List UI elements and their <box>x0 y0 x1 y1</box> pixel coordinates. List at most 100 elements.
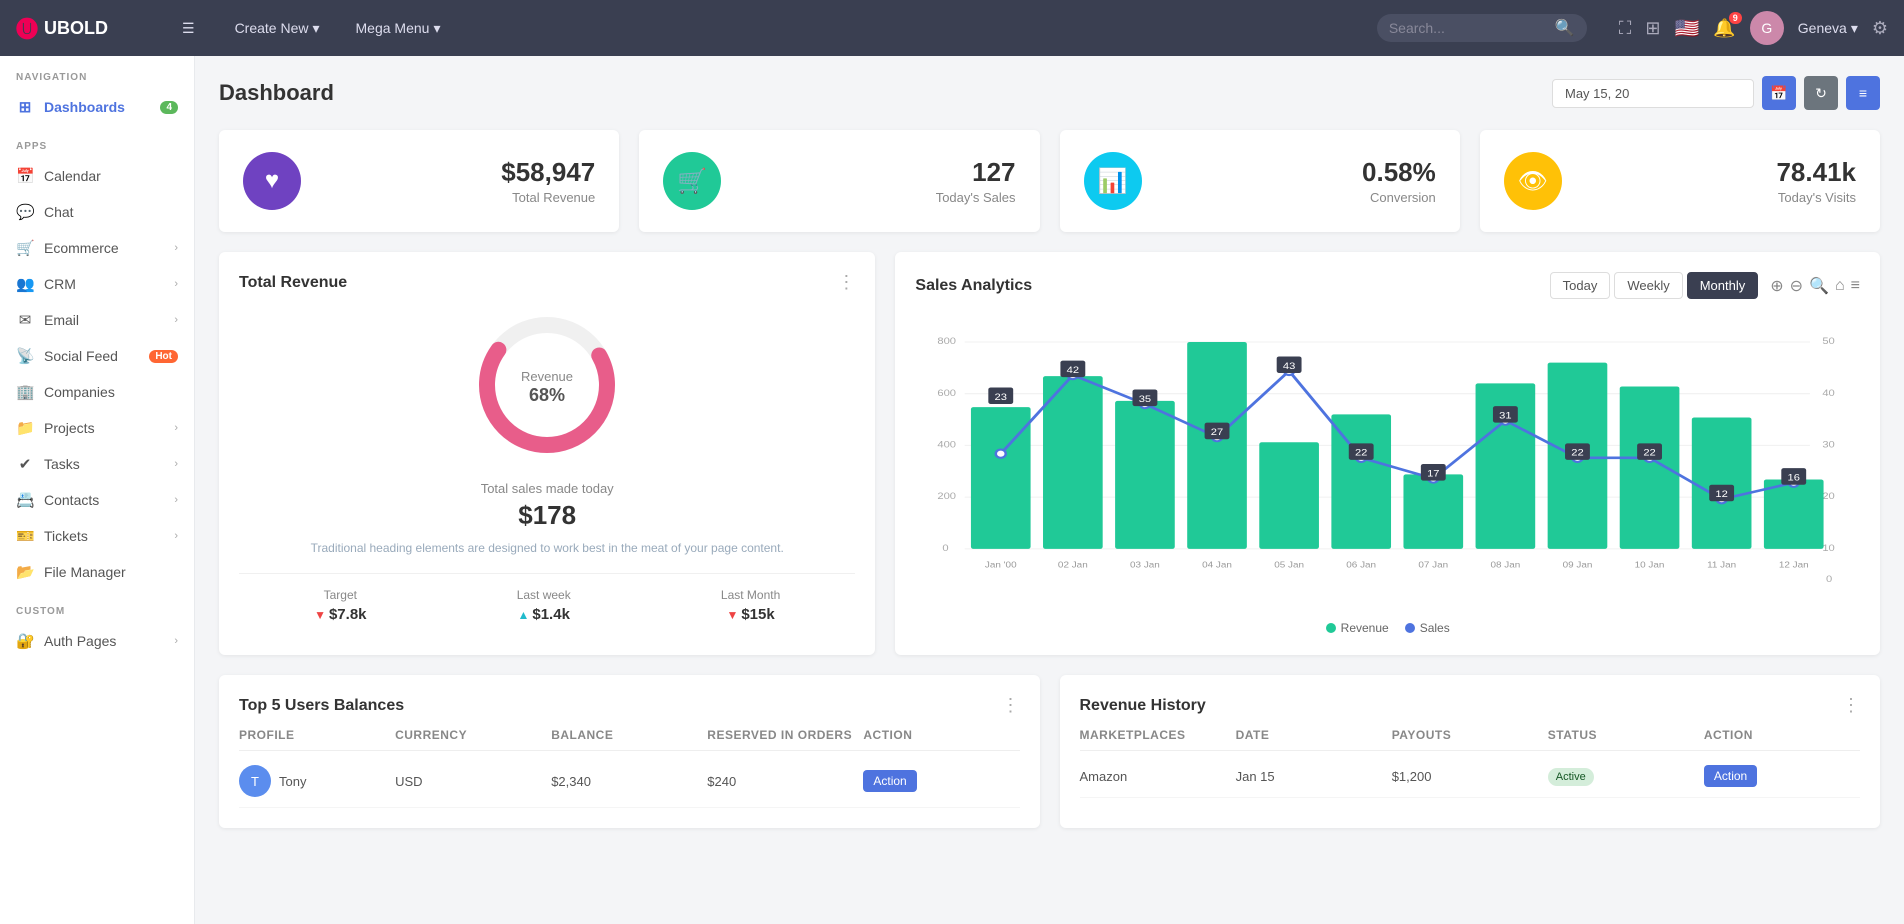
sidebar-item-label: CRM <box>44 276 164 292</box>
sidebar-item-label: Dashboards <box>44 99 150 115</box>
table-row: Amazon Jan 15 $1,200 Active Action <box>1080 755 1861 798</box>
table-row: T Tony USD $2,340 $240 Action <box>239 755 1020 808</box>
visits-icon-circle: 👁 <box>1504 152 1562 210</box>
charts-row: Total Revenue ⋮ Revenue 68% Total sales … <box>219 252 1880 655</box>
sales-label: Today's Sales <box>739 190 1015 205</box>
svg-text:10 Jan: 10 Jan <box>1635 560 1665 569</box>
sidebar-item-socialfeed[interactable]: 📡 Social Feed Hot <box>0 338 194 374</box>
filter-button[interactable]: ≡ <box>1846 76 1880 110</box>
svg-text:05 Jan: 05 Jan <box>1275 560 1305 569</box>
sa-legend: Revenue Sales <box>915 621 1860 635</box>
fullscreen-button[interactable]: ⛶ <box>1619 18 1632 39</box>
sidebar-item-label: Calendar <box>44 168 178 184</box>
sidebar-item-tasks[interactable]: ✔ Tasks › <box>0 446 194 482</box>
sidebar-item-calendar[interactable]: 📅 Calendar <box>0 158 194 194</box>
socialfeed-icon: 📡 <box>16 347 34 365</box>
date-input[interactable] <box>1552 79 1754 108</box>
sidebar-item-crm[interactable]: 👥 CRM › <box>0 266 194 302</box>
sidebar-item-chat[interactable]: 💬 Chat <box>0 194 194 230</box>
hot-badge: Hot <box>149 350 178 363</box>
svg-text:12: 12 <box>1716 490 1729 500</box>
card-menu-button[interactable]: ⋮ <box>837 272 855 293</box>
svg-text:20: 20 <box>1823 492 1836 502</box>
settings-button[interactable]: ⚙ <box>1872 18 1888 39</box>
logo: 🅤 UBOLD <box>16 12 156 44</box>
svg-text:09 Jan: 09 Jan <box>1563 560 1593 569</box>
dashboards-badge: 4 <box>160 101 178 114</box>
sidebar-item-contacts[interactable]: 📇 Contacts › <box>0 482 194 518</box>
sidebar-item-label: Social Feed <box>44 348 139 364</box>
col-payouts: Payouts <box>1392 728 1548 742</box>
svg-text:42: 42 <box>1067 366 1080 376</box>
logo-text: UBOLD <box>44 18 108 39</box>
total-sales-value: $178 <box>239 500 855 531</box>
revenue-legend: Revenue <box>1326 621 1389 635</box>
svg-text:200: 200 <box>938 492 957 502</box>
sidebar-item-label: Tasks <box>44 456 164 472</box>
chevron-right-icon: › <box>174 635 178 647</box>
svg-text:43: 43 <box>1283 362 1296 372</box>
sidebar-item-dashboards[interactable]: ⊞ Dashboards 4 <box>0 89 194 125</box>
svg-text:31: 31 <box>1500 411 1513 421</box>
chevron-right-icon: › <box>174 458 178 470</box>
sidebar-item-label: Tickets <box>44 528 164 544</box>
total-revenue-card: Total Revenue ⋮ Revenue 68% Total sales … <box>219 252 875 655</box>
sidebar-item-ecommerce[interactable]: 🛒 Ecommerce › <box>0 230 194 266</box>
mega-menu-button[interactable]: Mega Menu ▾ <box>346 14 451 43</box>
revenue-value: $58,947 <box>319 157 595 188</box>
notification-badge: 9 <box>1729 12 1742 24</box>
cell-reserved: $240 <box>707 774 863 789</box>
arrow-down-icon: ▼ <box>314 608 326 622</box>
stat-card-visits: 👁 78.41k Today's Visits <box>1480 130 1880 232</box>
zoom-out-icon[interactable]: ⊖ <box>1790 276 1803 296</box>
revenue-description: Traditional heading elements are designe… <box>239 539 855 557</box>
tab-monthly[interactable]: Monthly <box>1687 272 1759 299</box>
grid-button[interactable]: ⊞ <box>1645 18 1660 39</box>
svg-text:600: 600 <box>938 389 957 399</box>
target-value: ▼ $7.8k <box>314 606 366 623</box>
sidebar-item-label: File Manager <box>44 564 178 580</box>
user-menu[interactable]: Geneva ▾ <box>1798 20 1858 37</box>
col-action: Action <box>1704 728 1860 742</box>
stat-card-revenue: ♥ $58,947 Total Revenue <box>219 130 619 232</box>
projects-icon: 📁 <box>16 419 34 437</box>
tab-today[interactable]: Today <box>1550 272 1611 299</box>
calendar-button[interactable]: 📅 <box>1762 76 1796 110</box>
user-name: Tony <box>279 774 306 789</box>
search-input[interactable] <box>1389 20 1549 36</box>
zoom-in-icon[interactable]: ⊕ <box>1770 276 1783 296</box>
revenue-info: $58,947 Total Revenue <box>319 157 595 205</box>
menu-icon[interactable]: ≡ <box>1851 277 1860 295</box>
action-button[interactable]: Action <box>863 770 916 792</box>
page-title: Dashboard <box>219 80 334 106</box>
lastmonth-label: Last Month <box>721 588 780 602</box>
stat-card-conversion: 📊 0.58% Conversion <box>1060 130 1460 232</box>
notifications-button[interactable]: 🔔 9 <box>1713 18 1735 39</box>
card-menu-button[interactable]: ⋮ <box>1842 695 1860 716</box>
apps-section-label: APPS <box>0 125 194 158</box>
sidebar-item-filemanager[interactable]: 📂 File Manager <box>0 554 194 590</box>
sidebar-item-label: Companies <box>44 384 178 400</box>
refresh-button[interactable]: ↻ <box>1804 76 1838 110</box>
col-action: Action <box>863 728 1019 742</box>
sidebar-item-companies[interactable]: 🏢 Companies <box>0 374 194 410</box>
hamburger-button[interactable]: ☰ <box>172 14 205 43</box>
lastmonth-value: ▼ $15k <box>721 606 780 623</box>
search-icon[interactable]: 🔍 <box>1809 276 1829 296</box>
tab-weekly[interactable]: Weekly <box>1614 272 1682 299</box>
sidebar-item-label: Ecommerce <box>44 240 164 256</box>
arrow-down-icon: ▼ <box>726 608 738 622</box>
stat-card-sales: 🛒 127 Today's Sales <box>639 130 1039 232</box>
home-icon[interactable]: ⌂ <box>1835 277 1845 295</box>
create-new-button[interactable]: Create New ▾ <box>225 14 330 43</box>
sidebar-item-authpages[interactable]: 🔐 Auth Pages › <box>0 623 194 659</box>
svg-text:03 Jan: 03 Jan <box>1130 560 1160 569</box>
col-currency: Currency <box>395 728 551 742</box>
card-menu-button[interactable]: ⋮ <box>1002 695 1020 716</box>
status-badge: Active <box>1548 768 1594 786</box>
action-button[interactable]: Action <box>1704 765 1757 787</box>
sidebar-item-tickets[interactable]: 🎫 Tickets › <box>0 518 194 554</box>
sidebar-item-projects[interactable]: 📁 Projects › <box>0 410 194 446</box>
sidebar-item-email[interactable]: ✉ Email › <box>0 302 194 338</box>
topnav: 🅤 UBOLD ☰ Create New ▾ Mega Menu ▾ 🔍 ⛶ ⊞… <box>0 0 1904 56</box>
